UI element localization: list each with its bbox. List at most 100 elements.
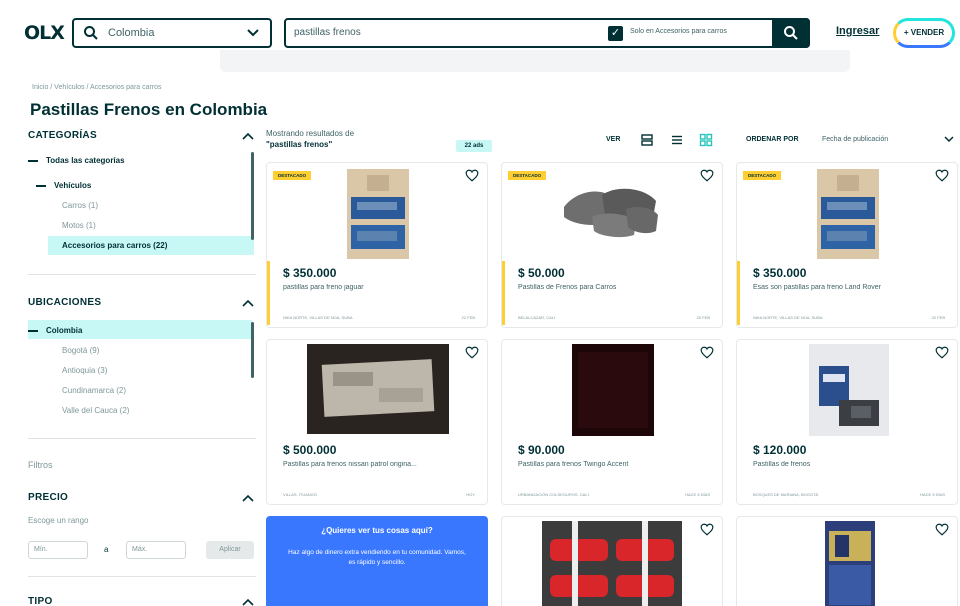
listing-location: VILLAS, ITUANGO xyxy=(283,492,318,497)
location-bogota[interactable]: Bogotá (9) xyxy=(62,346,99,355)
category-motos[interactable]: Motos (1) xyxy=(62,221,96,230)
listing-card[interactable]: DESTACADO $ 350.000 Esas son pastillas p… xyxy=(736,162,958,328)
olx-logo[interactable]: OLX xyxy=(24,22,65,44)
divider xyxy=(28,576,256,577)
apply-price-button[interactable]: Aplicar xyxy=(206,541,254,559)
listing-title[interactable]: Pastillas de Frenos para Carros xyxy=(518,284,716,291)
search-button[interactable] xyxy=(772,18,810,48)
listing-location: NIKA NORTE, VILLAS DE NOA, SUBA xyxy=(753,315,823,320)
price-separator: a xyxy=(104,545,109,554)
divider xyxy=(28,438,256,439)
locations-heading: UBICACIONES xyxy=(28,297,102,308)
location-antioquia[interactable]: Antioquia (3) xyxy=(62,366,107,375)
listing-title[interactable]: Esas son pastillas para freno Land Rover xyxy=(753,284,951,291)
location-select[interactable]: Colombia xyxy=(72,18,272,48)
divider xyxy=(28,274,256,275)
listing-date: HACE 5 DÍAS xyxy=(920,492,945,497)
sell-button[interactable]: + VENDER xyxy=(893,18,955,48)
listing-title[interactable]: Pastillas para frenos nissan patrol orig… xyxy=(283,461,481,468)
search-field[interactable]: pastillas frenos ✓ Solo en Accesorios pa… xyxy=(284,18,810,48)
page-title: Pastillas Frenos en Colombia xyxy=(30,100,268,119)
category-all[interactable]: Todas las categorías xyxy=(28,156,125,165)
type-heading: TIPO xyxy=(28,596,53,606)
list-view-icon[interactable] xyxy=(670,133,684,147)
brake-pads-package-image xyxy=(307,344,449,434)
category-cars[interactable]: Carros (1) xyxy=(62,201,98,210)
listing-price: $ 50.000 xyxy=(518,266,565,280)
listing-date: HACE 5 DÍAS xyxy=(685,492,710,497)
chevron-up-icon[interactable] xyxy=(242,132,254,140)
view-label: VER xyxy=(606,136,621,143)
chevron-down-icon[interactable] xyxy=(944,135,954,143)
category-vehicles[interactable]: Vehículos xyxy=(36,181,91,190)
brake-pads-box-image xyxy=(817,169,879,259)
listing-date: 22 FEB xyxy=(931,315,945,320)
results-summary: Mostrando resultados de "pastillas freno… xyxy=(266,128,354,150)
listing-card[interactable]: $ 500.000 Pastillas para frenos nissan p… xyxy=(266,339,488,505)
listing-location: NIKA NORTE, VILLAS DE NOA, SUBA xyxy=(283,315,353,320)
red-brake-pads-image xyxy=(542,521,682,606)
category-only-checkbox[interactable]: ✓ xyxy=(608,26,623,41)
filters-sidebar: CATEGORÍAS Todas las categorías Vehículo… xyxy=(28,124,256,606)
chevron-up-icon[interactable] xyxy=(242,299,254,307)
sort-label: ORDENAR POR xyxy=(746,136,799,143)
listing-card[interactable]: $ 120.000 Pastillas de frenos BOSQUES DE… xyxy=(736,339,958,505)
breadcrumb[interactable]: Inicio / Vehículos / Accesorios para car… xyxy=(32,84,162,91)
search-input[interactable]: pastillas frenos xyxy=(294,27,361,38)
brake-pads-box-image xyxy=(825,521,875,606)
listing-location: URBANIZACIÓN COLSEGUROS, CALI xyxy=(518,492,589,497)
results-prefix: Mostrando resultados de xyxy=(266,129,355,138)
listing-price: $ 90.000 xyxy=(518,443,565,457)
filters-label: Filtros xyxy=(28,460,53,470)
dash-icon xyxy=(36,184,46,187)
dark-product-image xyxy=(572,344,654,436)
featured-badge: DESTACADO xyxy=(743,171,782,180)
ads-count-badge: 22 ads xyxy=(456,140,492,152)
locations-scrollbar[interactable] xyxy=(251,322,254,378)
price-heading: PRECIO xyxy=(28,492,69,503)
sort-select[interactable]: Fecha de publicación xyxy=(822,136,888,143)
brake-pads-box-image xyxy=(347,169,409,259)
featured-badge: DESTACADO xyxy=(508,171,547,180)
listing-card[interactable]: DESTACADO $ 350.000 pastillas para freno… xyxy=(266,162,488,328)
location-value: Colombia xyxy=(108,27,155,39)
heart-icon[interactable] xyxy=(700,169,714,182)
listing-card[interactable]: DESTACADO $ 50.000 Pastillas de Frenos p… xyxy=(501,162,723,328)
search-icon xyxy=(784,26,798,40)
listing-price: $ 120.000 xyxy=(753,443,807,457)
chevron-down-icon xyxy=(247,29,259,37)
login-link[interactable]: Ingresar xyxy=(836,25,879,37)
listing-title[interactable]: Pastillas de frenos xyxy=(753,461,951,468)
price-max-input[interactable]: Máx. xyxy=(126,541,186,559)
chevron-up-icon[interactable] xyxy=(242,598,254,606)
heart-icon[interactable] xyxy=(465,169,479,182)
location-colombia[interactable]: Colombia xyxy=(28,326,82,335)
listing-card[interactable] xyxy=(501,516,723,606)
heart-icon[interactable] xyxy=(700,346,714,359)
listing-card[interactable] xyxy=(736,516,958,606)
category-car-accessories[interactable]: Accesorios para carros (22) xyxy=(62,241,167,250)
heart-icon[interactable] xyxy=(935,169,949,182)
price-min-input[interactable]: Mín. xyxy=(28,541,88,559)
heart-icon[interactable] xyxy=(935,523,949,536)
listing-price: $ 350.000 xyxy=(283,266,337,280)
grid-view-icon[interactable] xyxy=(699,133,713,147)
listing-card[interactable]: $ 90.000 Pastillas para frenos Twingo Ac… xyxy=(501,339,723,505)
categories-scrollbar[interactable] xyxy=(251,152,254,240)
promo-title: ¿Quieres ver tus cosas aquí? xyxy=(321,526,433,535)
sell-promo-card[interactable]: ¿Quieres ver tus cosas aquí? Haz algo de… xyxy=(266,516,488,606)
dash-icon xyxy=(28,159,38,162)
big-list-view-icon[interactable] xyxy=(640,133,654,147)
dash-icon xyxy=(28,329,38,332)
heart-icon[interactable] xyxy=(465,346,479,359)
listing-title[interactable]: Pastillas para frenos Twingo Accent xyxy=(518,461,716,468)
listing-location: BELALCÁZAR, CALI xyxy=(518,315,556,320)
location-cundinamarca[interactable]: Cundinamarca (2) xyxy=(62,386,126,395)
results-query: "pastillas frenos" xyxy=(266,140,333,149)
location-valle[interactable]: Valle del Cauca (2) xyxy=(62,406,129,415)
heart-icon[interactable] xyxy=(700,523,714,536)
heart-icon[interactable] xyxy=(935,346,949,359)
chevron-up-icon[interactable] xyxy=(242,494,254,502)
listing-title[interactable]: pastillas para freno jaguar xyxy=(283,284,481,291)
promo-body: Haz algo de dinero extra vendiendo en tu… xyxy=(288,549,466,566)
